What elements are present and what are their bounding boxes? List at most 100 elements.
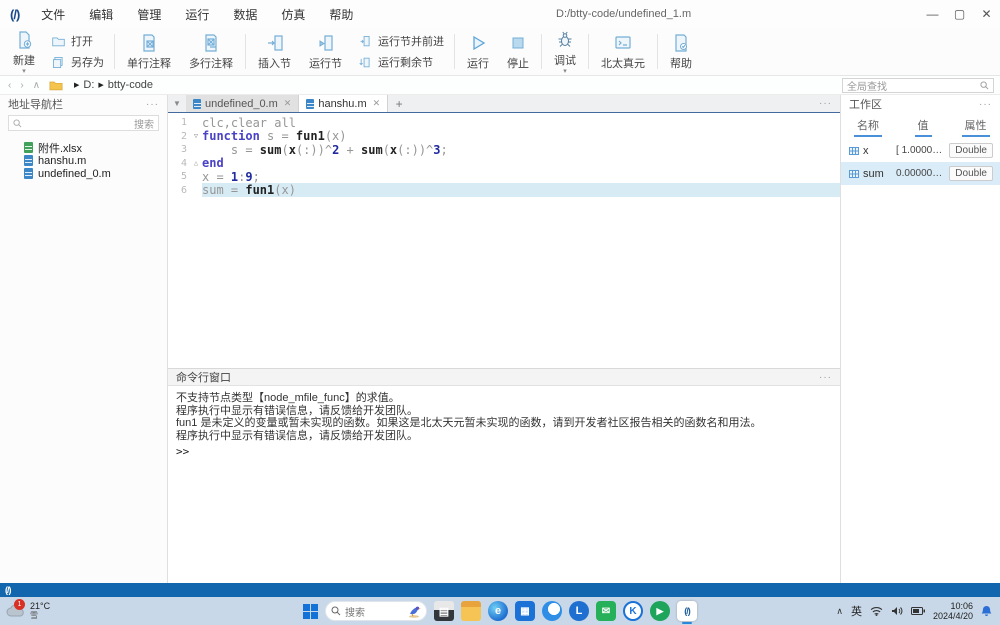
code-line[interactable]: 2▽function s = fun1(x) (168, 130, 840, 144)
start-button[interactable] (303, 604, 318, 619)
code-line[interactable]: 1clc,clear all (168, 116, 840, 130)
search-icon (331, 606, 341, 616)
menu-item[interactable]: 管理 (125, 6, 173, 23)
variable-type-badge: Double (949, 143, 993, 158)
tab-menu-button[interactable]: ··· (819, 95, 840, 112)
menu-item[interactable]: 数据 (221, 6, 269, 23)
taskbar-app-icon[interactable]: ▤ (434, 601, 454, 621)
command-output[interactable]: 不支持节点类型【node_mfile_func】的求值。程序执行中显示有错误信息… (168, 386, 840, 583)
maximize-button[interactable]: ▢ (946, 0, 973, 28)
insert-section-button[interactable]: 插入节 (249, 29, 300, 74)
editor-area: ▼ undefined_0.m ✕ hanshu. (168, 95, 840, 583)
taskbar-app-icon[interactable]: ▦ (515, 601, 535, 621)
open-button[interactable]: 打开 (51, 33, 104, 49)
title-bar: (/) 文件编辑管理运行数据仿真帮助 D:/btty-code/undefine… (0, 0, 1000, 28)
taskbar-app-icon[interactable]: K (623, 601, 643, 621)
fold-marker-icon[interactable]: ▽ (190, 132, 202, 140)
taskbar-app-icon[interactable] (461, 601, 481, 621)
menu-item[interactable]: 运行 (173, 6, 221, 23)
screen: (/) 文件编辑管理运行数据仿真帮助 D:/btty-code/undefine… (0, 0, 1000, 625)
speaker-icon[interactable] (891, 606, 903, 616)
code-line[interactable]: 6sum = fun1(x) (168, 184, 840, 198)
new-dropdown-caret-icon[interactable]: ▾ (22, 70, 26, 74)
sidebar-search-input[interactable]: 搜索 (8, 115, 159, 131)
tab-close-icon[interactable]: ✕ (373, 98, 381, 109)
taskbar-app-icon[interactable]: ✉ (596, 601, 616, 621)
tray-chevron-icon[interactable]: ∧ (836, 606, 843, 617)
command-output-line: 程序执行中显示有错误信息，请反馈给开发团队。 (176, 405, 832, 418)
sidebar-title: 地址导航栏 (8, 96, 63, 112)
editor-tab[interactable]: undefined_0.m ✕ (186, 95, 299, 112)
menu-item[interactable]: 编辑 (77, 6, 125, 23)
file-list-item[interactable]: undefined_0.m (0, 167, 167, 180)
taskbar-app-icon[interactable]: (/) (677, 601, 697, 621)
code-editor[interactable]: 1clc,clear all2▽function s = fun1(x)3 s … (168, 113, 840, 368)
insert-section-icon (265, 33, 285, 53)
debug-button[interactable]: 调试 ▾ (545, 29, 585, 74)
file-list-item[interactable]: hanshu.m (0, 154, 167, 167)
column-header-attr[interactable]: 属性 (962, 117, 990, 137)
input-language-indicator[interactable]: 英 (851, 603, 862, 619)
multi-line-comment-button[interactable]: 多行注释 (180, 29, 242, 74)
taskbar-app-icon[interactable]: ▶ (650, 601, 670, 621)
workspace-menu-button[interactable]: ··· (979, 99, 992, 110)
nav-up-icon[interactable]: ∧ (33, 80, 40, 91)
code-line[interactable]: 5x = 1:9; (168, 170, 840, 184)
global-search-input[interactable]: 全局查找 (842, 78, 994, 93)
workspace-variable-row[interactable]: x [ 1.0000… Double (841, 139, 1000, 162)
menu-item[interactable]: 文件 (29, 6, 77, 23)
nav-forward-icon[interactable]: › (20, 80, 23, 91)
sidebar-search-placeholder: 搜索 (134, 116, 154, 131)
window-title: D:/btty-code/undefined_1.m (556, 8, 691, 20)
app-logo-icon: (/) (10, 7, 19, 22)
run-section-advance-button[interactable]: 运行节并前进 (358, 33, 444, 49)
breadcrumb-drive[interactable]: D: (83, 79, 94, 91)
run-remaining-button[interactable]: 运行剩余节 (358, 54, 444, 70)
code-text: sum = fun1(x) (202, 183, 840, 197)
debug-dropdown-caret-icon[interactable]: ▾ (563, 70, 567, 74)
nav-back-icon[interactable]: ‹ (8, 80, 11, 91)
file-list-item[interactable]: 附件.xlsx (0, 141, 167, 154)
new-file-button[interactable]: 新建 ▾ (4, 29, 44, 74)
baltam-button[interactable]: 北太真元 (592, 29, 654, 74)
run-button[interactable]: 运行 (458, 29, 498, 74)
sidebar-menu-button[interactable]: ··· (146, 99, 159, 110)
column-header-value[interactable]: 值 (915, 117, 932, 137)
weather-widget[interactable]: 1 21°C 雪 (0, 602, 50, 620)
close-button[interactable]: ✕ (973, 0, 1000, 28)
taskbar-app-icon[interactable]: e (488, 601, 508, 621)
file-icon (24, 155, 33, 166)
help-button[interactable]: 帮助 (661, 29, 701, 74)
battery-icon[interactable] (911, 607, 925, 615)
wifi-icon[interactable] (870, 606, 883, 616)
editor-tab[interactable]: hanshu.m ✕ (299, 95, 388, 112)
minimize-button[interactable]: — (919, 0, 946, 28)
single-line-comment-button[interactable]: 单行注释 (118, 29, 180, 74)
new-tab-button[interactable]: + (388, 95, 410, 112)
taskbar-search-placeholder: 搜索 (345, 604, 365, 619)
save-as-button[interactable]: 另存为 (51, 54, 104, 70)
menu-item[interactable]: 仿真 (269, 6, 317, 23)
stop-button[interactable]: 停止 (498, 29, 538, 74)
debug-bug-icon (555, 30, 575, 50)
command-window-menu-button[interactable]: ··· (819, 372, 832, 383)
breadcrumb-folder[interactable]: btty-code (108, 79, 153, 91)
fold-marker-icon[interactable]: △ (190, 159, 202, 167)
menu-item[interactable]: 帮助 (317, 6, 365, 23)
tab-close-icon[interactable]: ✕ (284, 98, 292, 109)
taskbar-search-input[interactable]: 搜索 (325, 601, 427, 621)
code-line[interactable]: 4△end (168, 157, 840, 171)
run-section-button[interactable]: 运行节 (300, 29, 351, 74)
code-text: s = sum(x(:))^2 + sum(x(:))^3; (202, 143, 840, 157)
taskbar-app-icon[interactable]: L (569, 601, 589, 621)
notification-bell-icon[interactable] (981, 605, 992, 617)
workspace-variable-row[interactable]: sum 0.00000… Double (841, 162, 1000, 185)
tab-list-chevron-icon[interactable]: ▼ (168, 95, 186, 112)
taskbar-app-icon[interactable] (542, 601, 562, 621)
help-icon (671, 33, 691, 53)
code-line[interactable]: 3 s = sum(x(:))^2 + sum(x(:))^3; (168, 143, 840, 157)
command-prompt[interactable]: >> (176, 445, 832, 458)
column-header-name[interactable]: 名称 (854, 117, 882, 137)
weather-temperature: 21°C (30, 602, 50, 611)
clock[interactable]: 10:06 2024/4/20 (933, 601, 973, 621)
